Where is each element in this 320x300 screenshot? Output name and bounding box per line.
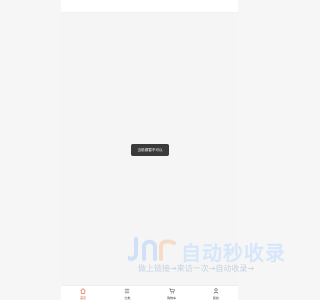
tab-profile[interactable]: 我的 — [194, 286, 238, 300]
top-bar — [61, 0, 238, 13]
list-icon — [125, 288, 130, 294]
app-screen: 当前源暂不可以 首页 分类 购物车 我的 — [61, 0, 238, 300]
cart-icon — [169, 288, 175, 294]
tab-cart[interactable]: 购物车 — [150, 286, 194, 300]
tab-label: 我的 — [212, 296, 219, 300]
home-icon — [80, 288, 86, 294]
tab-home[interactable]: 首页 — [61, 286, 105, 300]
user-icon — [213, 288, 219, 294]
toast-message: 当前源暂不可以 — [131, 144, 169, 156]
tab-label: 购物车 — [167, 296, 177, 300]
bottom-tab-bar: 首页 分类 购物车 我的 — [61, 285, 238, 300]
tab-label: 分类 — [124, 296, 131, 300]
tab-label: 首页 — [80, 296, 87, 300]
tab-category[interactable]: 分类 — [105, 286, 149, 300]
